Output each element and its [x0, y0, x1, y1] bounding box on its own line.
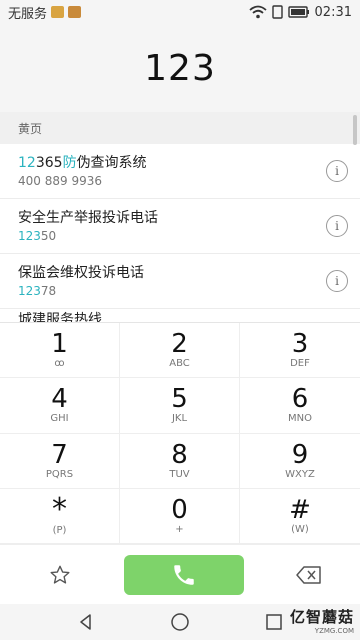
list-item[interactable]: 保监会维权投诉电话 12378 i [0, 254, 360, 309]
backspace-button[interactable] [294, 561, 324, 589]
sim-icon [271, 5, 283, 19]
key-hash[interactable]: # (W) [240, 489, 360, 544]
notification-icon [68, 6, 82, 18]
key-digit: # [289, 494, 311, 525]
list-item-partial[interactable]: 城建服务热线 [0, 309, 360, 322]
call-button[interactable] [124, 554, 244, 595]
entry-title: 保监会维权投诉电话 [18, 265, 144, 281]
watermark-logo: 亿智蘑菇 YZMG.COM [290, 606, 354, 635]
dialer-action-bar [0, 544, 360, 604]
key-letters: ABC [169, 358, 190, 370]
dial-keypad: 1ꝏ 2 ABC 3 DEF 4 GHI 5 JKL 6 MNO 7 PQRS 8 TUV 9… [0, 322, 360, 544]
key-letters: DEF [290, 358, 310, 370]
info-icon[interactable]: i [326, 215, 348, 237]
key-letters: WXYZ [285, 468, 315, 480]
status-bar: 无服务 02:31 [0, 0, 360, 24]
carrier-label: 无服务 [8, 6, 48, 22]
voicemail-icon: ꝏ [54, 358, 65, 370]
key-letters: + [175, 523, 184, 535]
back-icon[interactable] [77, 613, 95, 631]
key-digit: 3 [291, 329, 309, 360]
wifi-icon [248, 5, 267, 19]
key-digit: 9 [291, 439, 309, 470]
dialed-number[interactable]: 123 [144, 48, 216, 89]
entry-title: 安全生产举报投诉电话 [18, 210, 158, 226]
info-icon[interactable]: i [326, 270, 348, 292]
list-item[interactable]: 安全生产举报投诉电话 12350 i [0, 199, 360, 254]
key-letters: TUV [169, 468, 190, 480]
key-1[interactable]: 1ꝏ [0, 323, 120, 379]
notification-icon [51, 6, 65, 18]
entry-title: 12365防伪查询系统 [18, 155, 147, 171]
home-icon[interactable] [170, 612, 190, 632]
entry-number: 12378 [18, 284, 57, 298]
status-right: 02:31 [248, 4, 352, 20]
key-7[interactable]: 7 PQRS [0, 433, 120, 489]
key-digit: 7 [51, 439, 68, 470]
scrollbar[interactable] [353, 115, 357, 145]
key-6[interactable]: 6 MNO [240, 378, 360, 434]
key-5[interactable]: 5 JKL [120, 378, 240, 434]
key-digit: 6 [291, 384, 309, 415]
key-digit: * [52, 491, 67, 527]
key-8[interactable]: 8 TUV [120, 433, 240, 489]
key-letters: GHI [50, 413, 69, 425]
info-icon[interactable]: i [326, 160, 348, 182]
key-letters: (P) [52, 524, 67, 536]
favorite-button[interactable] [46, 561, 74, 589]
key-letters: PQRS [45, 468, 74, 480]
key-4[interactable]: 4 GHI [0, 378, 120, 434]
entry-number: 12350 [18, 229, 57, 243]
key-0[interactable]: 0 + [120, 488, 240, 544]
key-2[interactable]: 2 ABC [120, 323, 240, 379]
recents-icon[interactable] [265, 613, 283, 631]
key-star[interactable]: * (P) [0, 488, 120, 544]
clock: 02:31 [314, 4, 352, 20]
carrier-group: 无服务 [8, 3, 82, 22]
key-letters: JKL [171, 413, 188, 425]
key-digit: 8 [171, 439, 188, 470]
entry-number: 400 889 9936 [18, 174, 102, 188]
key-letters: (W) [291, 523, 309, 535]
dialed-number-area: 123 [0, 24, 360, 112]
key-digit: 4 [51, 384, 68, 415]
section-title: 黄页 [18, 121, 43, 136]
backspace-icon [296, 565, 321, 584]
key-digit: 1 [51, 329, 68, 360]
watermark-subtext: YZMG.COM [314, 627, 354, 635]
search-results: 黄页 12365防伪查询系统 400 889 9936 i 安全生产举报投诉电话… [0, 112, 360, 322]
battery-icon [287, 6, 309, 18]
star-icon [50, 565, 70, 584]
key-letters: MNO [288, 413, 312, 425]
key-digit: 5 [171, 384, 188, 415]
key-9[interactable]: 9 WXYZ [240, 434, 360, 489]
key-digit: 2 [171, 329, 188, 360]
phone-icon [174, 564, 194, 585]
list-item[interactable]: 12365防伪查询系统 400 889 9936 i [0, 144, 360, 199]
section-header: 黄页 [0, 112, 360, 144]
key-3[interactable]: 3 DEF [240, 323, 360, 379]
watermark-text: 亿智蘑菇 [289, 608, 354, 626]
key-digit: 0 [171, 494, 188, 525]
